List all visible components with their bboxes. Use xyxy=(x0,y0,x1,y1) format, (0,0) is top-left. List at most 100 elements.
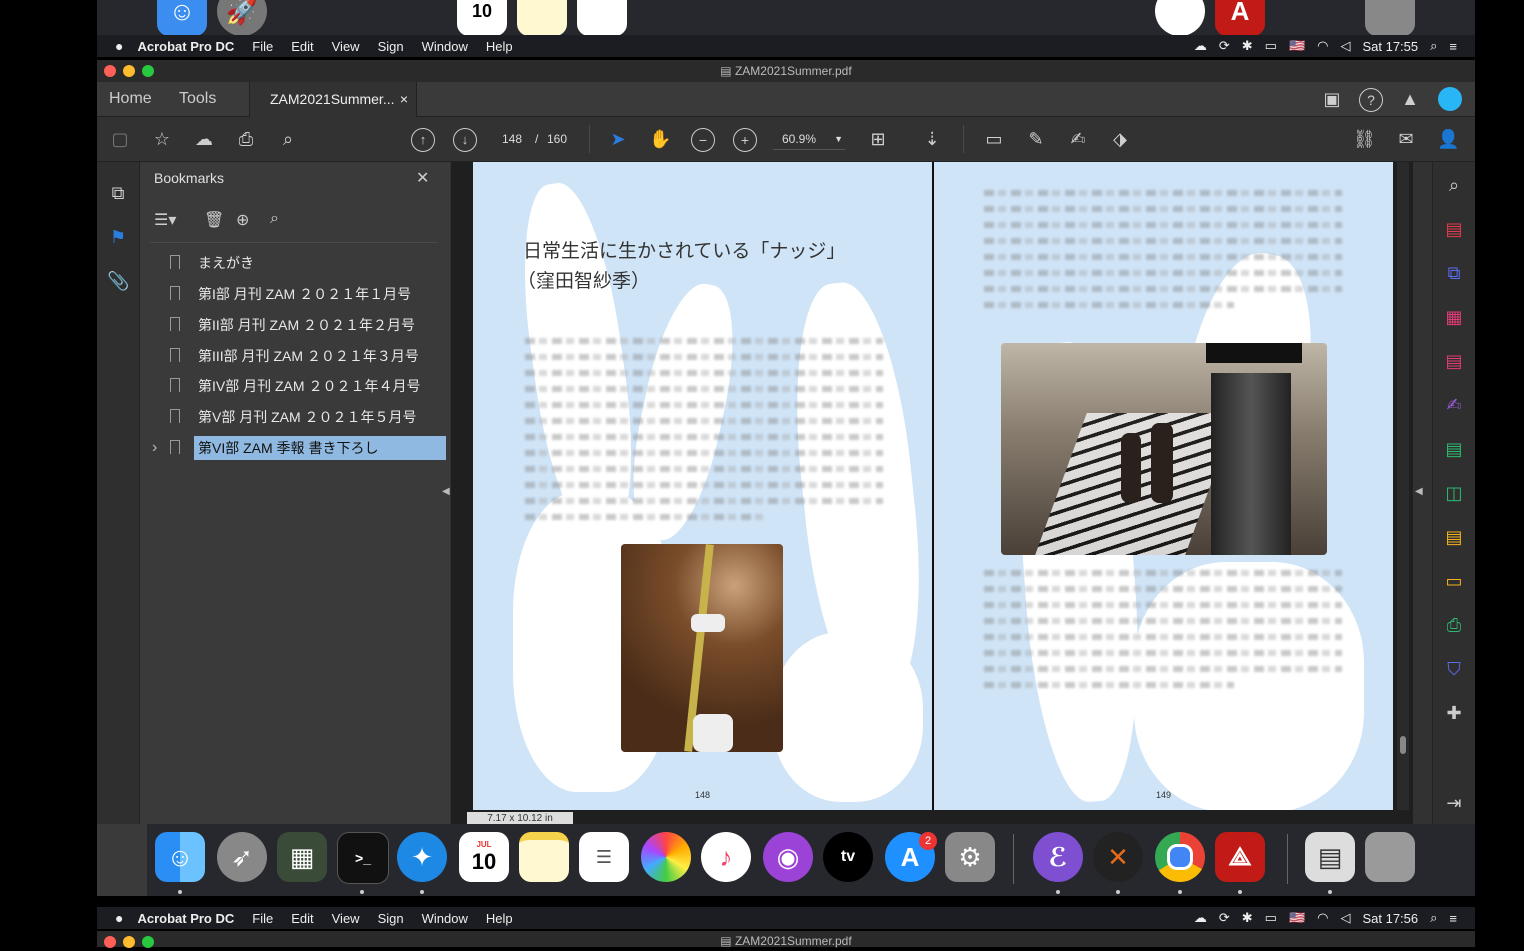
zoom-level-select[interactable]: 60.9% ▼ xyxy=(773,129,845,150)
system-preferences-icon[interactable]: ⚙ xyxy=(945,832,995,882)
status-bluetooth-icon[interactable]: ✱ xyxy=(1242,910,1253,926)
status-flag-icon[interactable]: 🇺🇸 xyxy=(1289,38,1305,54)
zoom-in-icon[interactable]: + xyxy=(733,128,757,152)
page-display-icon[interactable]: ⊞ xyxy=(867,128,889,150)
status-cloud-icon[interactable]: ☁ xyxy=(1194,910,1207,926)
menu-sign[interactable]: Sign xyxy=(378,39,404,54)
star-bookmark-icon[interactable]: ☆ xyxy=(151,128,173,150)
status-flag-icon[interactable]: 🇺🇸 xyxy=(1289,910,1305,926)
trash-icon[interactable] xyxy=(1365,0,1415,36)
emacs-icon[interactable]: ℰ xyxy=(1033,832,1083,882)
menu-sign[interactable]: Sign xyxy=(378,911,404,926)
bookmarks-icon[interactable]: ⚑ xyxy=(107,226,129,248)
apple-tv-icon[interactable]: tv xyxy=(823,832,873,882)
bookmark-options-icon[interactable]: ☰▾ xyxy=(154,210,176,230)
music-icon[interactable]: ♪ xyxy=(701,832,751,882)
zoom-tool-icon[interactable]: ⌕ xyxy=(1441,174,1467,196)
status-wifi-icon[interactable]: ◠ xyxy=(1317,910,1328,926)
reminders-icon[interactable] xyxy=(577,0,627,36)
apple-menu-icon[interactable]: ● xyxy=(115,910,123,926)
protect-shield-icon[interactable]: ⛉ xyxy=(1441,658,1467,680)
bookmarks-close-icon[interactable]: ✕ xyxy=(416,168,429,188)
export-pdf-icon[interactable]: ▤ xyxy=(1441,438,1467,460)
trash-icon[interactable] xyxy=(1365,832,1415,882)
highlight-pen-icon[interactable]: ✎ xyxy=(1025,128,1047,150)
tab-home[interactable]: Home xyxy=(109,82,152,116)
status-volume-icon[interactable]: ◁ xyxy=(1340,910,1350,926)
page-thumbnails-icon[interactable]: ⧉ xyxy=(107,182,129,204)
comments-icon[interactable]: ▣ xyxy=(1321,88,1343,110)
slideshow-app-icon[interactable]: ▦ xyxy=(277,832,327,882)
tab-close-icon[interactable]: × xyxy=(400,82,408,116)
menu-help[interactable]: Help xyxy=(486,911,513,926)
reminders-icon[interactable]: ☰ xyxy=(579,832,629,882)
finder-icon[interactable]: ☺ xyxy=(155,832,205,882)
control-center-icon[interactable]: ≡ xyxy=(1449,911,1457,926)
status-sync-icon[interactable]: ⟳ xyxy=(1219,38,1230,54)
print-icon[interactable]: ⎙ xyxy=(235,128,257,150)
email-icon[interactable]: ✉ xyxy=(1395,128,1417,150)
expand-chevron-icon[interactable]: › xyxy=(152,436,157,460)
fill-sign-icon[interactable]: ✍ xyxy=(1441,394,1467,416)
notes-icon[interactable] xyxy=(517,0,567,36)
zoom-window-button[interactable] xyxy=(142,936,154,948)
page-up-icon[interactable]: ↑ xyxy=(411,128,435,152)
menu-edit[interactable]: Edit xyxy=(291,39,313,54)
notes-icon[interactable] xyxy=(519,832,569,882)
calendar-icon[interactable]: 10 xyxy=(457,0,507,36)
find-bookmark-icon[interactable]: ⌕ xyxy=(270,210,279,228)
status-clock[interactable]: Sat 17:55 xyxy=(1362,39,1418,54)
xquartz-icon[interactable]: ✕ xyxy=(1093,832,1143,882)
create-pdf-icon[interactable]: ▤ xyxy=(1441,218,1467,240)
find-search-icon[interactable]: ⌕ xyxy=(277,128,299,150)
new-bookmark-icon[interactable]: ⊕ xyxy=(236,210,249,230)
spotlight-icon[interactable]: ⌕ xyxy=(1430,38,1437,54)
select-arrow-icon[interactable]: ➤ xyxy=(607,128,629,150)
scroll-mode-icon[interactable]: ⇣ xyxy=(921,128,943,150)
comment-tool-icon[interactable]: ▭ xyxy=(1441,570,1467,592)
save-icon[interactable]: ▢ xyxy=(109,128,131,150)
status-battery-icon[interactable]: ▭ xyxy=(1265,38,1277,54)
edit-pdf-icon[interactable]: ▤ xyxy=(1441,350,1467,372)
hand-tool-icon[interactable]: ✋ xyxy=(649,128,671,150)
stamp-tool-icon[interactable]: ⬗ xyxy=(1109,128,1131,150)
vertical-scrollbar[interactable] xyxy=(1397,162,1409,810)
status-cloud-icon[interactable]: ☁ xyxy=(1194,38,1207,54)
help-icon[interactable]: ? xyxy=(1359,88,1383,112)
calendar-icon[interactable]: JUL 10 xyxy=(459,832,509,882)
close-window-button[interactable] xyxy=(104,936,116,948)
launchpad-icon[interactable]: 🚀 xyxy=(217,0,267,36)
tab-tools[interactable]: Tools xyxy=(179,82,216,116)
spotlight-icon[interactable]: ⌕ xyxy=(1430,910,1437,926)
share-link-icon[interactable]: ⛓ xyxy=(1353,128,1376,150)
comment-note-icon[interactable]: ▭ xyxy=(983,128,1005,150)
status-volume-icon[interactable]: ◁ xyxy=(1340,38,1350,54)
scrollbar-thumb[interactable] xyxy=(1400,736,1406,754)
request-signature-icon[interactable]: ▤ xyxy=(1441,526,1467,548)
finder-icon[interactable]: ☺ xyxy=(157,0,207,36)
menu-view[interactable]: View xyxy=(332,39,360,54)
safari-icon[interactable]: ✦ xyxy=(397,832,447,882)
menu-file[interactable]: File xyxy=(252,911,273,926)
notifications-bell-icon[interactable]: ▲ xyxy=(1399,88,1421,110)
terminal-icon[interactable]: >_ xyxy=(337,832,389,884)
control-center-icon[interactable]: ≡ xyxy=(1449,39,1457,54)
zoom-out-icon[interactable]: − xyxy=(691,128,715,152)
status-sync-icon[interactable]: ⟳ xyxy=(1219,910,1230,926)
status-wifi-icon[interactable]: ◠ xyxy=(1317,38,1328,54)
combine-files-icon[interactable]: ⧉ xyxy=(1441,262,1467,284)
upload-cloud-icon[interactable]: ☁ xyxy=(193,128,215,150)
panel-collapse-icon[interactable]: ◀ xyxy=(442,486,450,497)
acrobat-icon[interactable]: A xyxy=(1215,0,1265,36)
menu-file[interactable]: File xyxy=(252,39,273,54)
menu-edit[interactable]: Edit xyxy=(291,911,313,926)
menu-view[interactable]: View xyxy=(332,911,360,926)
menu-app-name[interactable]: Acrobat Pro DC xyxy=(137,911,234,926)
launchpad-icon[interactable]: ➶ xyxy=(217,832,267,882)
menu-app-name[interactable]: Acrobat Pro DC xyxy=(137,39,234,54)
minimize-window-button[interactable] xyxy=(123,936,135,948)
account-avatar[interactable] xyxy=(1438,87,1462,111)
acrobat-icon[interactable]: ⟁ xyxy=(1215,832,1265,882)
compare-icon[interactable]: ◫ xyxy=(1441,482,1467,504)
chrome-icon[interactable] xyxy=(1155,832,1205,882)
